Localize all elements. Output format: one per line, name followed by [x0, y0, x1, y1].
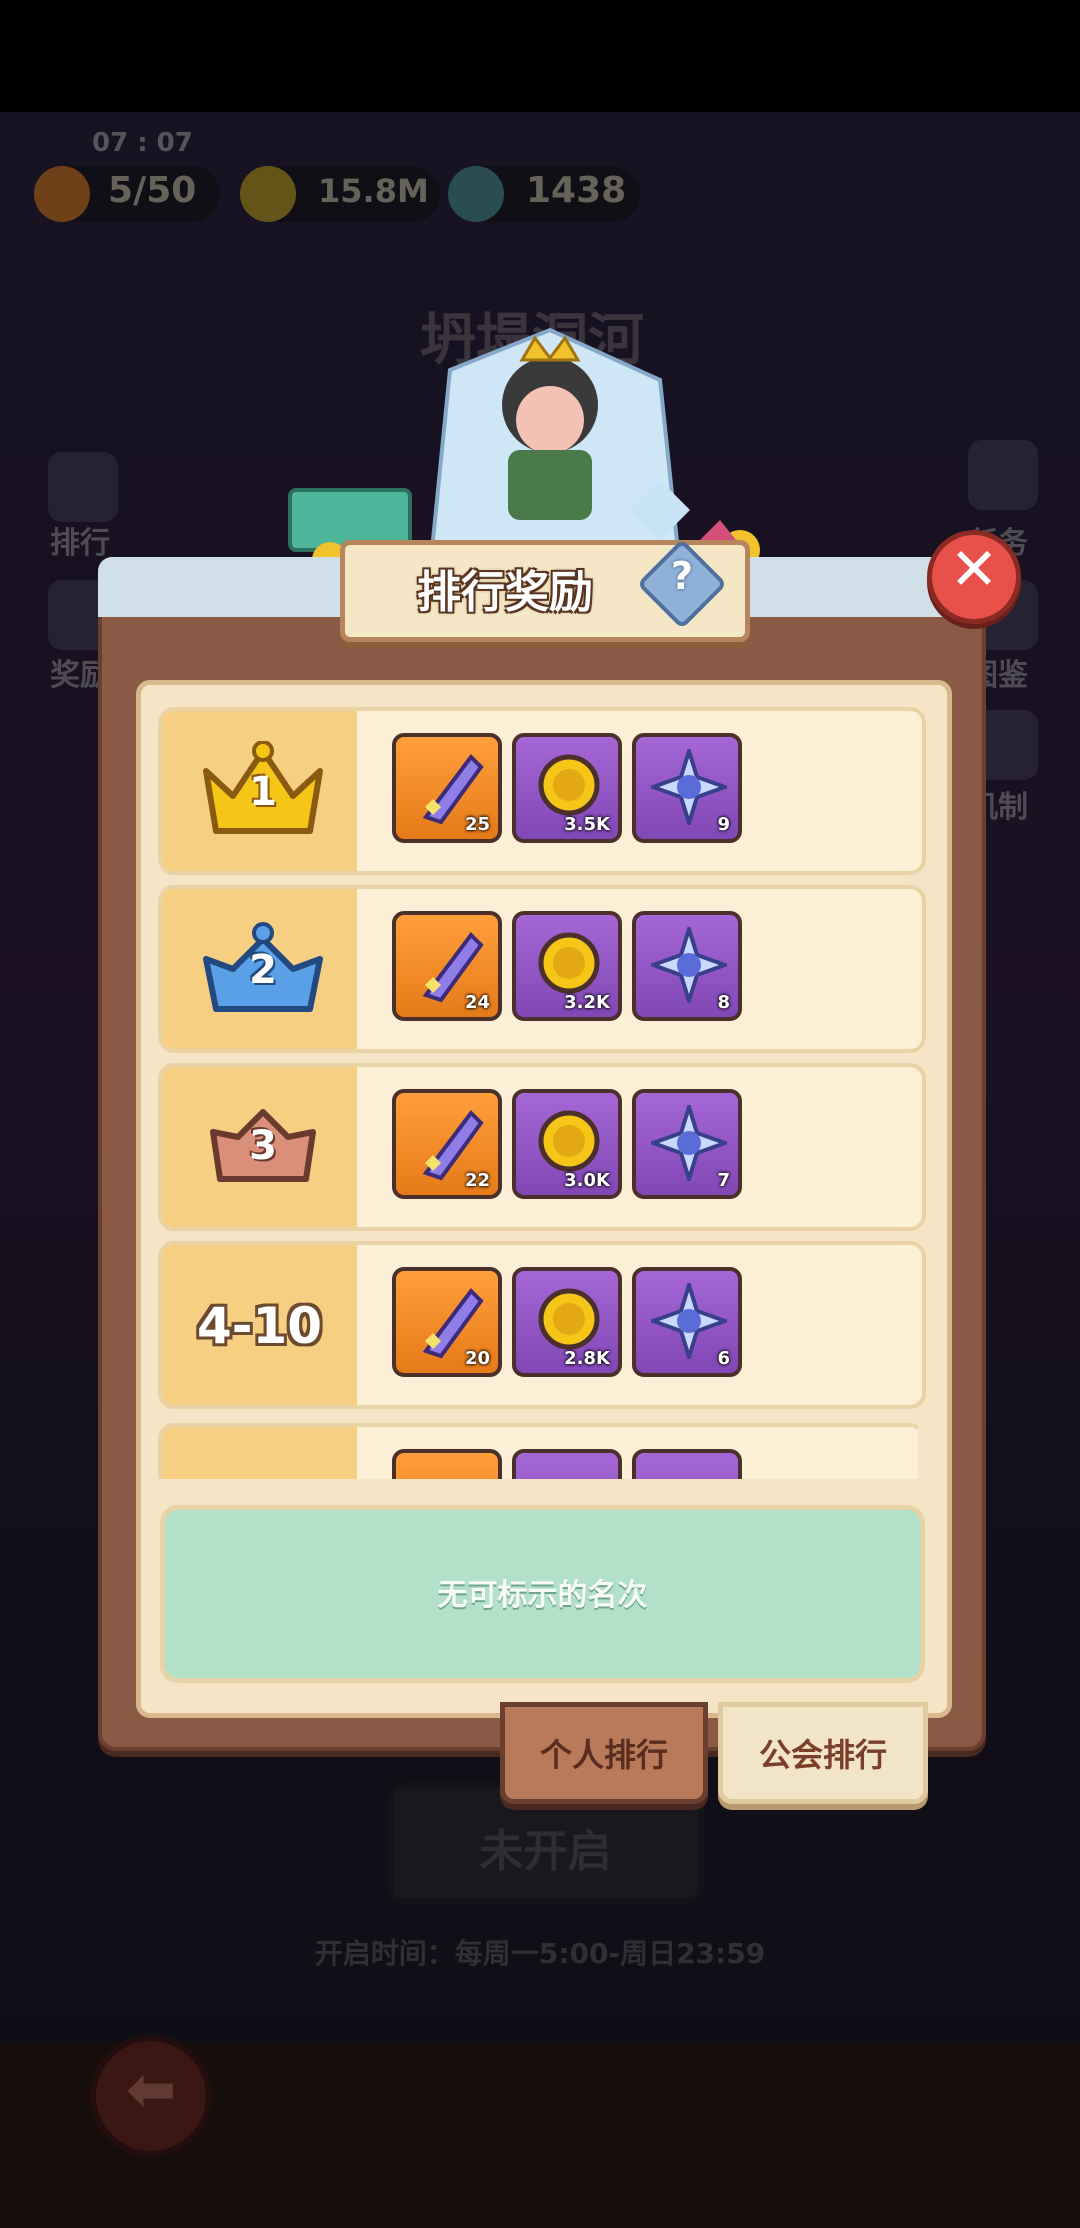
help-question-mark: ? [670, 554, 694, 598]
reward-row: 3 22 3.0K 7 [158, 1063, 926, 1231]
reward-item-feather[interactable] [392, 1449, 502, 1479]
reward-item-coin[interactable]: 3.0K [512, 1089, 622, 1199]
tab-guild-label: 公会排行 [758, 1736, 887, 1774]
item-qty: 3.2K [564, 992, 610, 1013]
item-qty: 8 [717, 992, 730, 1013]
reward-item-feather[interactable]: 22 [392, 1089, 502, 1199]
gold-coin-icon [538, 932, 600, 994]
item-qty: 9 [717, 814, 730, 835]
item-qty: 22 [464, 1170, 490, 1191]
gold-coin-icon [538, 1288, 600, 1350]
reward-item-coin[interactable]: 3.5K [512, 733, 622, 843]
reward-item-coin[interactable] [512, 1449, 622, 1479]
item-qty: 20 [464, 1348, 490, 1369]
reward-item-crystal[interactable]: 8 [632, 911, 742, 1021]
blue-crystal-icon [651, 749, 727, 825]
close-icon: ✕ [949, 535, 999, 603]
rank-label: 1 [249, 769, 277, 815]
reward-item-crystal[interactable]: 6 [632, 1267, 742, 1377]
reward-item-crystal[interactable] [632, 1449, 742, 1479]
rank-label: 4-10 [196, 1297, 323, 1355]
my-rank-text: 无可标示的名次 [437, 1578, 648, 1613]
item-qty: 6 [717, 1348, 730, 1369]
rank-cell [162, 1427, 357, 1479]
reward-item-feather[interactable]: 25 [392, 733, 502, 843]
blue-crystal-icon [651, 927, 727, 1003]
status-bar [0, 0, 1080, 112]
tab-personal-label: 个人排行 [539, 1736, 668, 1774]
reward-item-crystal[interactable]: 7 [632, 1089, 742, 1199]
rank-label: 3 [249, 1123, 277, 1169]
reward-item-coin[interactable]: 2.8K [512, 1267, 622, 1377]
item-qty: 2.8K [564, 1348, 610, 1369]
blue-crystal-icon [651, 1283, 727, 1359]
item-qty: 3.0K [564, 1170, 610, 1191]
gold-coin-icon [538, 754, 600, 816]
reward-item-crystal[interactable]: 9 [632, 733, 742, 843]
reward-row: 4-10 20 2.8K 6 [158, 1241, 926, 1409]
item-qty: 25 [464, 814, 490, 835]
item-qty: 3.5K [564, 814, 610, 835]
gold-coin-icon [538, 1110, 600, 1172]
item-qty: 24 [464, 992, 490, 1013]
reward-item-feather[interactable]: 20 [392, 1267, 502, 1377]
reward-item-coin[interactable]: 3.2K [512, 911, 622, 1021]
reward-row: 2 24 3.2K 8 [158, 885, 926, 1053]
reward-row-partial [158, 1423, 918, 1479]
reward-row: 1 25 3.5K 9 [158, 707, 926, 875]
panel-title: 排行奖励 [417, 567, 593, 618]
rank-label: 2 [249, 947, 277, 993]
blue-crystal-icon [651, 1105, 727, 1181]
reward-item-feather[interactable]: 24 [392, 911, 502, 1021]
reward-row [158, 1423, 918, 1479]
item-qty: 7 [717, 1170, 730, 1191]
